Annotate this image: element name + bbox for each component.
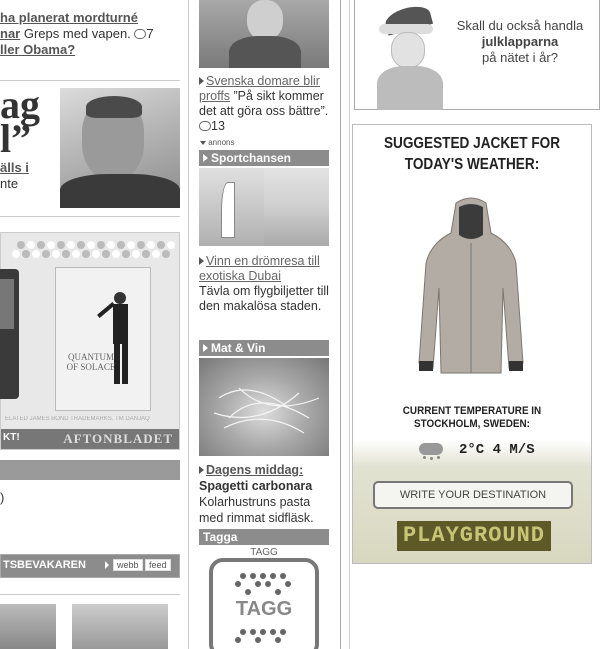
tagg-big-label: TAGG [235, 598, 293, 620]
bullet-icon [199, 466, 204, 474]
comment-icon [199, 121, 211, 131]
burj-al-arab-shape [221, 182, 235, 238]
arrow-icon [105, 561, 109, 569]
story-domare: Svenska domare blir proffs ”På sikt komm… [199, 74, 331, 134]
phone-image [0, 269, 19, 399]
girl-face [391, 32, 425, 68]
big-story-text: nte [0, 176, 19, 191]
click-text: KT! [3, 432, 20, 443]
story-middag-title: Spagetti carbonara [199, 479, 313, 493]
feed-badge[interactable]: feed [145, 559, 171, 571]
pasta-photo[interactable] [199, 358, 329, 456]
comment-icon [134, 29, 147, 39]
section-mat-vin[interactable]: Mat & Vin [199, 340, 329, 356]
story-dubai-text: Tävla om flygbiljetter till den makalösa… [199, 284, 329, 313]
left-news-teaser: ha planerat mordturné nar Greps med vape… [0, 10, 184, 58]
player-jersey [229, 36, 301, 68]
ad-weather-value: 2°C 4 m/s [459, 442, 535, 458]
headline-link-top[interactable]: ha planerat mordturné [0, 10, 138, 25]
story-middag: Dagens middag: Spagetti carbonara Kolarh… [199, 462, 333, 526]
movie-poster: Quantum of Solace [55, 267, 151, 411]
column-divider-mid [340, 0, 341, 649]
pasta-strands [213, 387, 320, 434]
player-face [247, 0, 283, 40]
column-divider-left [188, 0, 189, 649]
dubai-photo[interactable] [199, 168, 329, 246]
christmas-shopping-ad[interactable]: Skall du också handla julklapparna på nä… [354, 0, 600, 110]
interior-photo-2[interactable] [72, 604, 168, 649]
bullet-icon [199, 257, 204, 265]
divider [0, 80, 180, 81]
agent-silhouette [97, 292, 128, 384]
ad-temperature-label: CURRENT TEMPERATURE IN STOCKHOLM, SWEDEN… [402, 405, 542, 430]
caret-down-icon [200, 141, 206, 145]
big-headline[interactable]: ag l” [0, 85, 60, 161]
playground-logo[interactable]: PLAYGROUND [397, 521, 551, 551]
watchers-label: TSBEVAKAREN [3, 559, 86, 571]
ad-christmas-text: Skall du också handla julklapparna på nä… [456, 18, 584, 65]
annons-label: annons [200, 138, 234, 147]
story-middag-text: Kolarhustruns pasta med rimmat sidfläsk. [199, 495, 314, 525]
headline-link-top-2[interactable]: nar [0, 26, 20, 41]
divider [0, 594, 180, 595]
beach-shape [264, 168, 329, 246]
arrow-icon [203, 154, 208, 162]
bullet-icon [199, 77, 204, 85]
ad-footer-bar: KT! AFTONBLADET [1, 429, 179, 449]
column-divider-right [349, 0, 350, 649]
bond-phone-ad[interactable]: Quantum of Solace ELATED JAMES BOND TRAD… [0, 232, 180, 450]
destination-input[interactable]: WRITE YOUR DESTINATION [373, 481, 573, 509]
big-headline-line2: l” [0, 116, 32, 161]
weather-jacket-ad[interactable]: SUGGESTED JACKET FOR TODAY'S WEATHER: CU… [352, 124, 592, 564]
movie-title: Quantum of Solace [66, 352, 116, 372]
divider [0, 216, 180, 217]
shirt-shape [60, 174, 180, 208]
big-story-sub: älls i nte [0, 160, 29, 192]
aftonbladet-logo: AFTONBLADET [63, 431, 173, 446]
interior-photo-1[interactable] [0, 604, 56, 649]
section-tagga[interactable]: Tagga [199, 529, 329, 545]
paren-text: ) [0, 490, 5, 505]
hexagon-pattern [12, 241, 175, 258]
section-sportchansen[interactable]: Sportchansen [199, 150, 329, 166]
section-bar [0, 460, 180, 480]
football-player-photo[interactable] [199, 0, 329, 68]
headline-text: Greps med vapen. [20, 26, 131, 41]
jacket-image [418, 197, 524, 374]
comment-count: 13 [211, 119, 225, 133]
comment-count: 7 [146, 26, 154, 41]
story-dubai-link[interactable]: Vinn en drömresa till exotiska Dubai [199, 254, 320, 283]
hair-shape [86, 96, 142, 118]
watchers-bar[interactable]: TSBEVAKAREN webb feed [0, 554, 180, 578]
obama-link[interactable]: ller Obama? [0, 42, 75, 57]
story-dubai: Vinn en drömresa till exotiska Dubai Täv… [199, 254, 331, 314]
snow-cloud-icon [415, 441, 445, 461]
ad-jacket-title: SUGGESTED JACKET FOR TODAY'S WEATHER: [383, 135, 561, 173]
big-story-link[interactable]: älls i [0, 160, 29, 175]
man-portrait-photo[interactable] [60, 88, 180, 208]
girl-body [377, 66, 443, 110]
story-middag-link[interactable]: Dagens middag: [206, 463, 303, 477]
ad-disclaimer: ELATED JAMES BOND TRADEMARKS. TM DANJAQ [5, 416, 150, 422]
webb-badge[interactable]: webb [113, 559, 143, 571]
tagg-code-graphic[interactable]: TAGG [209, 558, 319, 649]
arrow-icon [203, 344, 208, 352]
tagg-small-label: TAGG [250, 547, 278, 558]
